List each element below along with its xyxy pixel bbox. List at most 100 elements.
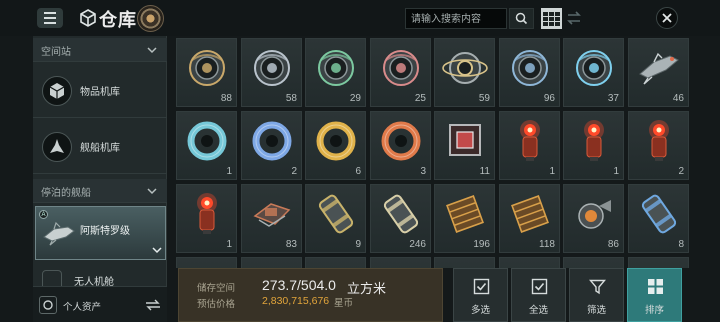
sidebar: 空间站 物品机库 舰船机库 停泊的舰船 A 阿斯特罗级 无人机舱 个人资产: [33, 36, 167, 322]
item-slot[interactable]: 37: [563, 38, 624, 107]
section-docked-header[interactable]: 停泊的舰船: [33, 179, 167, 203]
grid-view-toggle[interactable]: [541, 8, 562, 29]
price-label: 预估价格: [197, 299, 236, 310]
item-slot[interactable]: [176, 257, 237, 268]
multi-select-button[interactable]: 多选: [453, 268, 508, 322]
storage-summary: 储存空间 273.7/504.0 立方米 预估价格 2,830,715,676 …: [178, 268, 443, 322]
item-quantity: 6: [355, 166, 361, 177]
search-input[interactable]: [406, 10, 506, 29]
sort-grid-icon: [648, 279, 663, 294]
select-all-button[interactable]: 全选: [511, 268, 566, 322]
section-docked-label: 停泊的舰船: [41, 188, 91, 199]
red-orb-module-icon: [197, 193, 217, 234]
canister-icon: [641, 194, 677, 234]
item-slot[interactable]: 96: [499, 38, 560, 107]
warehouse-icon: [42, 76, 72, 106]
item-quantity: 25: [414, 93, 426, 104]
swap-view-icon[interactable]: [565, 9, 583, 27]
sort-button[interactable]: 排序: [627, 268, 682, 322]
item-slot[interactable]: [499, 257, 560, 268]
sidebar-item-ship-hangar[interactable]: 舰船机库: [33, 119, 167, 174]
menu-button[interactable]: [37, 8, 63, 28]
item-quantity: 59: [478, 93, 490, 104]
item-slot[interactable]: 88: [176, 38, 237, 107]
item-slot[interactable]: [628, 257, 689, 268]
capacity-label: 储存空间: [197, 283, 236, 294]
item-slot[interactable]: 8: [628, 184, 689, 253]
machine-part-icon: [253, 203, 291, 227]
item-slot[interactable]: 11: [434, 111, 495, 180]
item-slot[interactable]: 1: [499, 111, 560, 180]
item-slot[interactable]: 2: [241, 111, 302, 180]
sidebar-item-warehouse[interactable]: 物品机库: [33, 63, 167, 118]
item-slot[interactable]: 25: [370, 38, 431, 107]
sphere-ring-module-icon: [442, 52, 488, 84]
close-icon: [662, 13, 672, 23]
ring-icon: [187, 121, 227, 161]
item-quantity: 1: [549, 166, 555, 177]
item-slot[interactable]: 58: [241, 38, 302, 107]
filter-button[interactable]: 筛选: [569, 268, 624, 322]
item-slot[interactable]: 9: [305, 184, 366, 253]
ship-hangar-icon: [42, 132, 72, 162]
chevron-down-icon: [147, 47, 157, 54]
select-all-label: 全选: [528, 305, 548, 316]
canister-icon: [383, 194, 419, 234]
item-slot[interactable]: 46: [628, 38, 689, 107]
item-slot[interactable]: 2: [628, 111, 689, 180]
item-quantity: 88: [220, 93, 232, 104]
item-slot[interactable]: 6: [305, 111, 366, 180]
item-quantity: 58: [285, 93, 297, 104]
chevron-down-icon: [147, 188, 157, 195]
section-station-header[interactable]: 空间站: [33, 38, 167, 62]
item-slot[interactable]: 196: [434, 184, 495, 253]
item-slot[interactable]: [370, 257, 431, 268]
capacity-value: 273.7/504.0: [262, 277, 336, 293]
item-slot[interactable]: 29: [305, 38, 366, 107]
search-button[interactable]: [509, 8, 534, 29]
item-slot[interactable]: [563, 257, 624, 268]
item-quantity: 118: [539, 239, 555, 250]
sidebar-item-label: 舰船机库: [80, 143, 120, 154]
red-orb-module-icon: [520, 120, 540, 161]
item-slot[interactable]: 1: [563, 111, 624, 180]
sort-label: 排序: [644, 305, 664, 316]
search-icon: [515, 12, 528, 25]
item-slot[interactable]: 59: [434, 38, 495, 107]
item-quantity: 2: [678, 166, 684, 177]
ship-name: 阿斯特罗级: [80, 226, 130, 237]
item-slot[interactable]: 86: [563, 184, 624, 253]
sidebar-item-label: 物品机库: [80, 87, 120, 98]
personal-assets-button[interactable]: 个人资产: [33, 286, 167, 322]
rank-badge-icon[interactable]: [137, 5, 164, 32]
item-quantity: 1: [226, 166, 232, 177]
item-slot[interactable]: 83: [241, 184, 302, 253]
panel-icon: [511, 195, 549, 233]
close-button[interactable]: [656, 7, 678, 29]
item-slot[interactable]: [241, 257, 302, 268]
item-quantity: 1: [613, 166, 619, 177]
item-quantity: 37: [607, 93, 619, 104]
price-unit: 星币: [334, 298, 354, 309]
item-slot[interactable]: 1: [176, 184, 237, 253]
sphere-module-icon: [318, 50, 354, 86]
item-slot[interactable]: 118: [499, 184, 560, 253]
item-quantity: 246: [409, 239, 426, 250]
crate-icon: [449, 124, 481, 156]
red-orb-module-icon: [649, 120, 669, 161]
ship-icon: [639, 52, 679, 85]
personal-assets-label: 个人资产: [63, 302, 102, 313]
item-slot[interactable]: 3: [370, 111, 431, 180]
thruster-icon: [578, 200, 611, 229]
item-slot[interactable]: [305, 257, 366, 268]
sphere-module-icon: [576, 50, 612, 86]
item-slot[interactable]: 1: [176, 111, 237, 180]
top-bar: 仓库: [0, 0, 720, 36]
item-slot[interactable]: [434, 257, 495, 268]
swap-icon: [146, 299, 160, 311]
ring-icon: [316, 121, 356, 161]
docked-ship-card[interactable]: A 阿斯特罗级: [35, 206, 166, 260]
item-slot[interactable]: 246: [370, 184, 431, 253]
item-quantity: 9: [355, 239, 361, 250]
sphere-module-icon: [512, 50, 548, 86]
